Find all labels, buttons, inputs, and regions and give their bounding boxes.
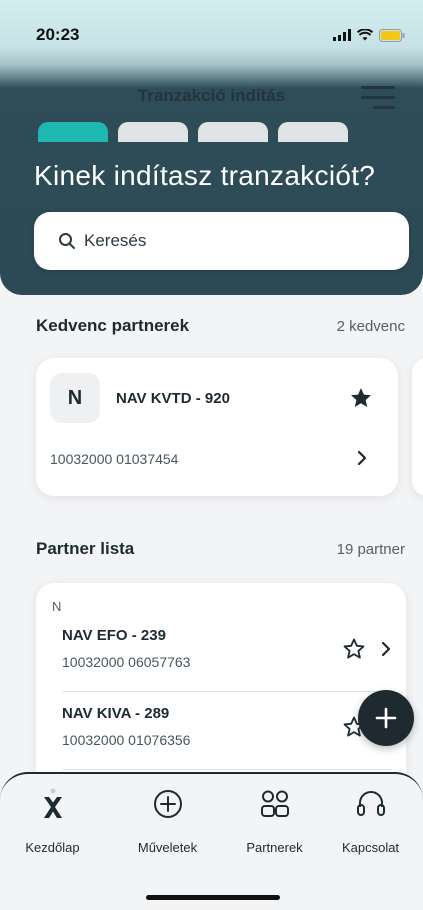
bottom-nav: Kezdőlap Műveletek Partnerek Kapcsolat [0,772,423,910]
favorite-partner-name: NAV KVTD - 920 [116,390,230,407]
favorites-title: Kedvenc partnerek [36,316,190,335]
favorite-partner-account: 10032000 01037454 [50,451,179,467]
favorite-partner-card[interactable]: N NAV KVTD - 920 10032000 01037454 [36,358,398,496]
star-outline-icon[interactable] [342,637,366,661]
battery-icon [379,28,405,42]
page-title: Tranzakció indítás [137,86,286,105]
partners-icon [260,790,289,817]
headline: Kinek indítasz tranzakciót? [34,160,376,191]
nav-label: Kezdőlap [25,840,80,855]
header-top: Tranzakció indítás [0,74,423,118]
step-1 [38,122,108,142]
nav-item-operations[interactable]: Műveletek [115,788,220,855]
step-4 [278,122,348,142]
step-indicator [38,122,348,142]
avatar: N [50,373,100,423]
list-item[interactable]: NAV EFO - 239 10032000 06057763 [62,627,392,705]
plus-circle-icon [153,790,182,818]
hamburger-menu-icon[interactable] [361,82,395,112]
search-icon [59,233,75,249]
home-x-logo-icon [43,788,62,818]
nav-item-partners[interactable]: Partnerek [222,788,327,855]
search-input[interactable]: Keresés [34,212,409,270]
partner-name: NAV EFO - 239 [62,627,166,644]
nav-item-contact[interactable]: Kapcsolat [318,788,423,855]
partner-name: NAV KIVA - 289 [62,705,170,722]
status-bar: 20:23 [0,0,423,70]
group-letter: N [52,599,62,614]
divider [62,769,392,770]
step-2 [118,122,188,142]
search-placeholder: Keresés [84,231,147,250]
nav-label: Műveletek [137,840,198,855]
chevron-right-icon[interactable] [356,449,368,467]
partner-account: 10032000 01076356 [62,732,191,748]
add-button[interactable] [358,690,414,746]
status-icons [333,28,405,42]
step-3 [198,122,268,142]
favorites-count: 2 kedvenc [336,318,405,335]
nav-label: Partnerek [246,840,303,855]
divider [62,691,392,692]
home-indicator [146,895,280,900]
partner-list-count: 19 partner [336,541,405,558]
plus-icon [375,707,397,729]
headset-icon [356,791,385,816]
partner-account: 10032000 06057763 [62,654,191,670]
status-time: 20:23 [36,25,80,44]
star-filled-icon[interactable] [349,386,373,410]
wifi-icon [357,29,373,41]
nav-label: Kapcsolat [341,840,400,855]
signal-icon [333,29,351,41]
favorite-partner-card-next[interactable] [412,358,423,496]
partner-list-title: Partner lista [36,539,135,558]
nav-item-home[interactable]: Kezdőlap [0,788,105,855]
chevron-right-icon[interactable] [380,640,392,658]
